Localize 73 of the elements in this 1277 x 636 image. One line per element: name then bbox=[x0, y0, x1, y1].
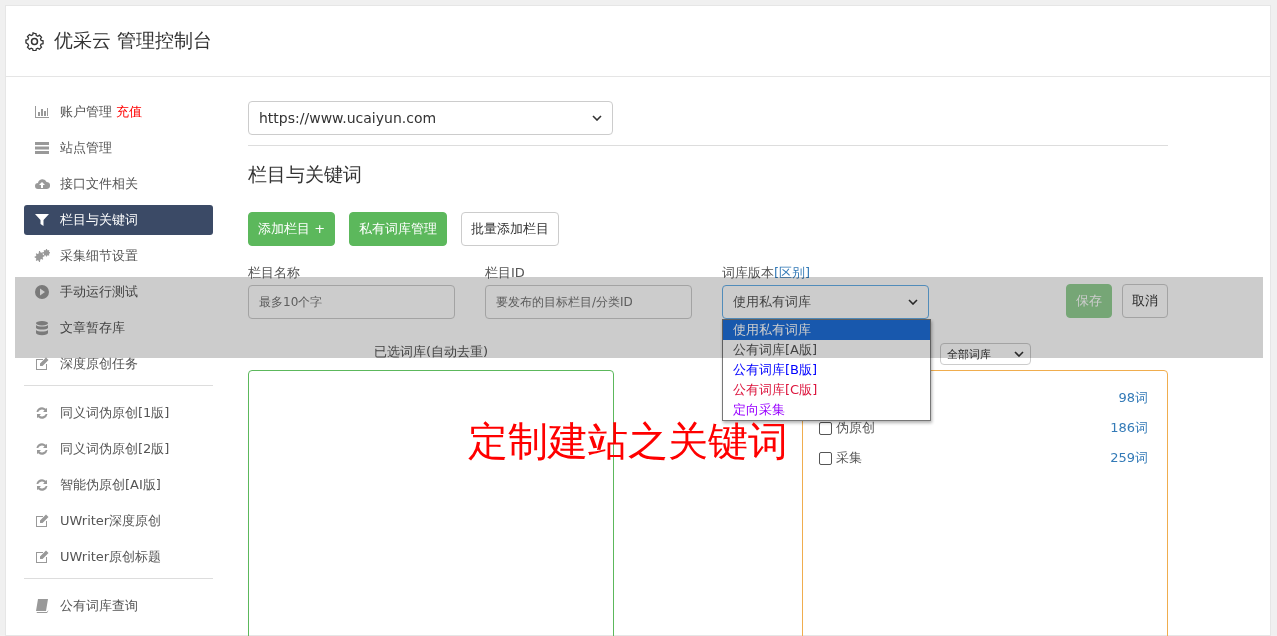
word-count: 186词 bbox=[1110, 419, 1148, 437]
sidebar-icon bbox=[34, 356, 50, 372]
sidebar-icon bbox=[34, 513, 50, 529]
sidebar-icon bbox=[34, 549, 50, 565]
recharge-link[interactable]: 充值 bbox=[116, 103, 142, 121]
site-select[interactable]: https://www.ucaiyun.com bbox=[248, 101, 613, 135]
settings-icon bbox=[25, 31, 44, 51]
chevron-icon bbox=[592, 115, 602, 121]
sidebar-icon bbox=[34, 320, 50, 336]
cancel-button[interactable]: 取消 bbox=[1122, 284, 1168, 318]
sidebar-label: 智能伪原创[AI版] bbox=[60, 476, 161, 494]
panel-title: 已选词库(自动去重) bbox=[372, 343, 490, 361]
sidebar-label: UWriter深度原创 bbox=[60, 512, 162, 530]
version-select[interactable]: 使用私有词库 bbox=[722, 285, 929, 319]
sidebar-item[interactable]: 文章暂存库 bbox=[24, 313, 213, 343]
library-name: 采集 bbox=[836, 449, 862, 467]
sidebar-label: UWriter原创标题 bbox=[60, 548, 162, 566]
sidebar-item[interactable]: 同义词伪原创[1版] bbox=[24, 398, 213, 428]
word-count: 259词 bbox=[1110, 449, 1148, 467]
sidebar-item[interactable]: 接口文件相关 bbox=[24, 169, 213, 199]
field-label: 词库版本 bbox=[722, 264, 774, 282]
sidebar-item[interactable]: 同义词伪原创[2版] bbox=[24, 434, 213, 464]
sidebar-icon bbox=[34, 598, 50, 614]
dropdown-option[interactable]: 公有词库[B版] bbox=[723, 360, 930, 380]
word-count: 98词 bbox=[1118, 389, 1148, 407]
toolbar-button[interactable]: 批量添加栏目 bbox=[461, 212, 560, 246]
sidebar-label: 接口文件相关 bbox=[60, 175, 138, 193]
sidebar-icon bbox=[34, 248, 50, 264]
sidebar-icon bbox=[34, 212, 50, 228]
chevron-icon bbox=[908, 299, 918, 305]
sidebar-item[interactable]: 账户管理 充值 bbox=[24, 97, 213, 127]
sidebar-label: 栏目与关键词 bbox=[60, 211, 138, 229]
sidebar-icon bbox=[34, 477, 50, 493]
difference-link[interactable]: [区别] bbox=[774, 264, 811, 282]
dropdown-option[interactable]: 使用私有词库 bbox=[723, 320, 930, 340]
sidebar-label: 手动运行测试 bbox=[60, 283, 138, 301]
library-name: 伪原创 bbox=[836, 419, 875, 437]
dropdown-option[interactable]: 定向采集 bbox=[723, 400, 930, 420]
page-title: 优采云 管理控制台 bbox=[54, 28, 213, 53]
checkbox[interactable] bbox=[819, 451, 832, 465]
sidebar-icon bbox=[34, 284, 50, 300]
sidebar-item[interactable]: 手动运行测试 bbox=[24, 277, 213, 307]
sidebar-icon bbox=[34, 405, 50, 421]
chevron-icon bbox=[1014, 351, 1024, 357]
dropdown-option[interactable]: 公有词库[A版] bbox=[723, 340, 930, 360]
sidebar-label: 同义词伪原创[1版] bbox=[60, 404, 170, 422]
sidebar-item[interactable]: 智能伪原创[AI版] bbox=[24, 470, 213, 500]
library-filter-select[interactable]: 全部词库 bbox=[940, 343, 1031, 365]
field-label: 栏目ID bbox=[485, 264, 526, 282]
sidebar-label: 同义词伪原创[2版] bbox=[60, 440, 170, 458]
section-title: 栏目与关键词 bbox=[248, 162, 363, 187]
dropdown-option[interactable]: 公有词库[C版] bbox=[723, 380, 930, 400]
sidebar-item[interactable]: 公有词库查询 bbox=[24, 591, 213, 621]
sidebar-label: 深度原创任务 bbox=[60, 355, 138, 373]
sidebar-label: 账户管理 bbox=[60, 103, 112, 121]
sidebar-icon bbox=[34, 441, 50, 457]
sidebar-item[interactable]: 深度原创任务 bbox=[24, 349, 213, 379]
sidebar-icon bbox=[34, 104, 50, 120]
sidebar-label: 文章暂存库 bbox=[60, 319, 125, 337]
sidebar-item[interactable]: 栏目与关键词 bbox=[24, 205, 213, 235]
id-input-field[interactable]: 要发布的目标栏目/分类ID bbox=[485, 285, 692, 319]
name-input-field[interactable]: 最多10个字 bbox=[248, 285, 455, 319]
sidebar-label: 采集细节设置 bbox=[60, 247, 138, 265]
sidebar-item[interactable]: 站点管理 bbox=[24, 133, 213, 163]
sidebar-item[interactable]: UWriter原创标题 bbox=[24, 542, 213, 572]
field-label: 栏目名称 bbox=[248, 264, 301, 282]
sidebar-item[interactable]: 采集细节设置 bbox=[24, 241, 213, 271]
sidebar-item[interactable]: UWriter深度原创 bbox=[24, 506, 213, 536]
sidebar-label: 公有词库查询 bbox=[60, 597, 138, 615]
checkbox[interactable] bbox=[819, 421, 832, 435]
sidebar-label: 站点管理 bbox=[60, 139, 112, 157]
sidebar-icon bbox=[34, 140, 50, 156]
sidebar-icon bbox=[34, 176, 50, 192]
